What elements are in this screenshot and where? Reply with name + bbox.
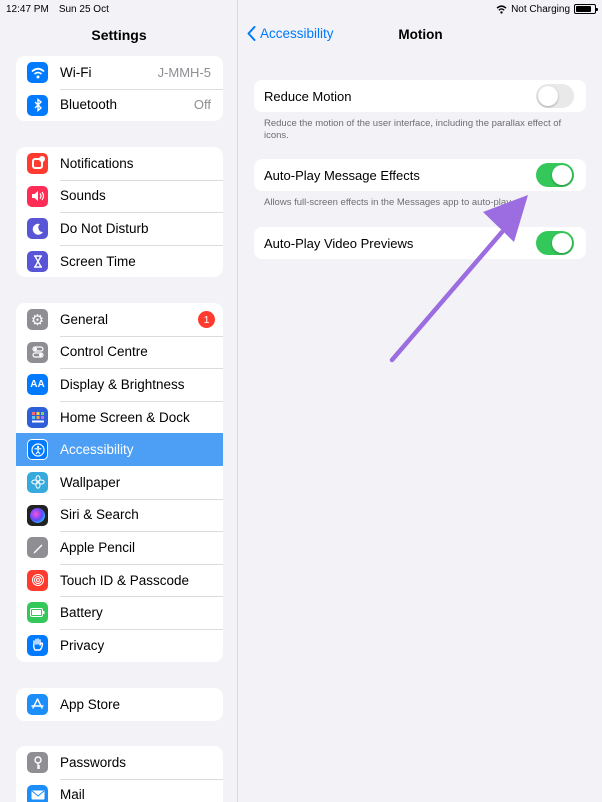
sidebar-item-home-screen-dock[interactable]: Home Screen & Dock [16, 400, 223, 434]
sidebar-item-wifi[interactable]: Wi-Fi J-MMH-5 [16, 56, 223, 89]
auto-play-message-effects-toggle[interactable] [536, 163, 574, 187]
reduce-motion-row: Reduce Motion [254, 80, 586, 112]
battery-status-icon [574, 4, 598, 14]
auto-play-video-previews-toggle[interactable] [536, 231, 574, 255]
sidebar-item-label: Accessibility [60, 442, 134, 458]
sidebar-item-privacy[interactable]: Privacy [16, 628, 223, 662]
setting-label: Reduce Motion [264, 88, 352, 104]
wifi-status-icon [496, 4, 507, 14]
sidebar-item-battery[interactable]: Battery [16, 596, 223, 629]
wifi-network-value: J-MMH-5 [157, 64, 211, 80]
sounds-icon [27, 185, 48, 207]
notifications-icon [27, 153, 48, 174]
sidebar-item-label: Control Centre [60, 344, 148, 360]
sidebar-item-wallpaper[interactable]: Wallpaper [16, 466, 223, 499]
hourglass-icon [27, 250, 48, 272]
toggle-knob [552, 233, 572, 253]
sidebar-item-accessibility[interactable]: Accessibility [16, 433, 223, 466]
sidebar-item-mail[interactable]: Mail [16, 778, 223, 802]
toggle-knob [538, 86, 558, 106]
home-grid-icon [27, 406, 48, 428]
auto-play-message-effects-row: Auto-Play Message Effects [254, 159, 586, 191]
sidebar-item-label: Privacy [60, 637, 105, 653]
sidebar-item-screen-time[interactable]: Screen Time [16, 244, 223, 278]
status-bar: 12:47 PM Sun 25 Oct Not Charging [0, 0, 602, 18]
display-icon: AA [27, 374, 48, 396]
sidebar-item-label: Wallpaper [60, 474, 121, 490]
fingerprint-icon [27, 569, 48, 591]
sidebar-item-passwords[interactable]: Passwords [16, 746, 223, 779]
sidebar-title: Settings [91, 27, 147, 43]
sidebar-item-label: Home Screen & Dock [60, 409, 190, 425]
siri-icon [27, 504, 48, 526]
setting-label: Auto-Play Video Previews [264, 235, 414, 251]
bluetooth-icon [27, 94, 48, 116]
wifi-icon [27, 62, 48, 83]
reduce-motion-footer: Reduce the motion of the user interface,… [264, 118, 562, 141]
wallpaper-flower-icon [27, 471, 48, 493]
sidebar-item-label: Notifications [60, 155, 134, 171]
sidebar-item-label: General [60, 311, 109, 327]
sidebar-item-label: Screen Time [60, 253, 136, 269]
sidebar-item-label: Mail [60, 787, 85, 802]
toggles-icon [27, 341, 48, 363]
page-title: Motion [398, 27, 443, 42]
sidebar-item-label: Wi-Fi [60, 64, 92, 80]
sidebar-item-do-not-disturb[interactable]: Do Not Disturb [16, 212, 223, 245]
toggle-knob [552, 165, 572, 185]
gear-icon: ⚙ [27, 309, 48, 330]
sidebar-item-label: Touch ID & Passcode [60, 572, 190, 588]
sidebar-item-touch-id-passcode[interactable]: Touch ID & Passcode [16, 563, 223, 597]
bluetooth-status-value: Off [193, 97, 211, 113]
sidebar-group-connectivity: Wi-Fi J-MMH-5 Bluetooth Off [16, 56, 223, 122]
auto-play-message-effects-footer: Allows full-screen effects in the Messag… [264, 197, 513, 208]
sidebar-item-label: Bluetooth [60, 97, 118, 113]
setting-label: Auto-Play Message Effects [264, 167, 420, 183]
auto-play-video-previews-row: Auto-Play Video Previews [254, 227, 586, 259]
sidebar-item-control-centre[interactable]: Control Centre [16, 335, 223, 369]
status-date: Sun 25 Oct [58, 3, 109, 15]
update-badge: 1 [198, 311, 215, 328]
sidebar-item-label: Passwords [60, 754, 127, 770]
sidebar-item-sounds[interactable]: Sounds [16, 179, 223, 213]
sidebar-item-label: Apple Pencil [60, 539, 136, 555]
mail-icon [27, 784, 48, 802]
sidebar-group-app-store: App Store [16, 688, 223, 721]
reduce-motion-toggle[interactable] [536, 84, 574, 108]
pencil-icon [27, 537, 48, 559]
sidebar-item-label: Do Not Disturb [60, 220, 149, 236]
sidebar-item-general[interactable]: ⚙ General 1 [16, 303, 223, 336]
sidebar-item-apple-pencil[interactable]: Apple Pencil [16, 531, 223, 564]
hand-icon [27, 634, 48, 656]
sidebar-group-general: ⚙ General 1 Control Centre AA Display & … [16, 303, 223, 662]
battery-icon [27, 602, 48, 624]
sidebar-item-siri-search[interactable]: Siri & Search [16, 498, 223, 532]
sidebar-item-label: Battery [60, 605, 103, 621]
key-icon [27, 752, 48, 773]
sidebar-item-notifications[interactable]: Notifications [16, 147, 223, 180]
sidebar-group-notifications: Notifications Sounds Do Not Disturb Scre… [16, 147, 223, 278]
settings-sidebar: Settings Wi-Fi J-MMH-5 Bluetooth Off Not… [0, 0, 238, 802]
sidebar-item-label: Siri & Search [60, 507, 139, 523]
moon-icon [27, 218, 48, 240]
sidebar-group-passwords: Passwords Mail [16, 746, 223, 802]
sidebar-item-bluetooth[interactable]: Bluetooth Off [16, 88, 223, 122]
sidebar-item-label: Sounds [60, 188, 106, 204]
accessibility-icon [27, 439, 48, 461]
sidebar-item-display-brightness[interactable]: AA Display & Brightness [16, 368, 223, 401]
status-time: 12:47 PM [6, 3, 49, 15]
sidebar-item-label: Display & Brightness [60, 376, 185, 392]
charging-status: Not Charging [511, 3, 570, 15]
sidebar-item-app-store[interactable]: App Store [16, 688, 223, 721]
app-store-icon [27, 694, 48, 715]
motion-detail-pane: Accessibility Motion Reduce Motion Reduc… [239, 0, 602, 802]
sidebar-item-label: App Store [60, 696, 121, 712]
